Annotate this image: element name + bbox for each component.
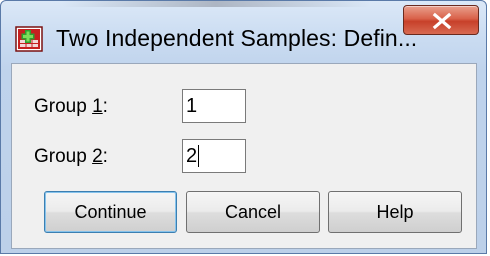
cancel-button[interactable]: Cancel bbox=[186, 191, 320, 233]
dialog-body: Group 1: 1 Group 2: 2 Continue Cancel He… bbox=[11, 63, 477, 249]
group2-input[interactable]: 2 bbox=[182, 139, 246, 173]
group1-label: Group 1: bbox=[34, 96, 108, 117]
dialog-window: Two Independent Samples: Defin... Group … bbox=[0, 0, 487, 254]
text-caret bbox=[198, 145, 200, 167]
continue-button[interactable]: Continue bbox=[44, 191, 177, 233]
spss-dialog-icon bbox=[15, 26, 43, 52]
title-bar[interactable]: Two Independent Samples: Defin... bbox=[1, 1, 486, 61]
group2-label: Group 2: bbox=[34, 146, 108, 167]
close-button[interactable] bbox=[403, 5, 479, 35]
help-button[interactable]: Help bbox=[328, 191, 462, 233]
group1-input[interactable]: 1 bbox=[182, 89, 246, 123]
close-icon bbox=[432, 12, 452, 30]
window-title: Two Independent Samples: Defin... bbox=[56, 25, 418, 51]
